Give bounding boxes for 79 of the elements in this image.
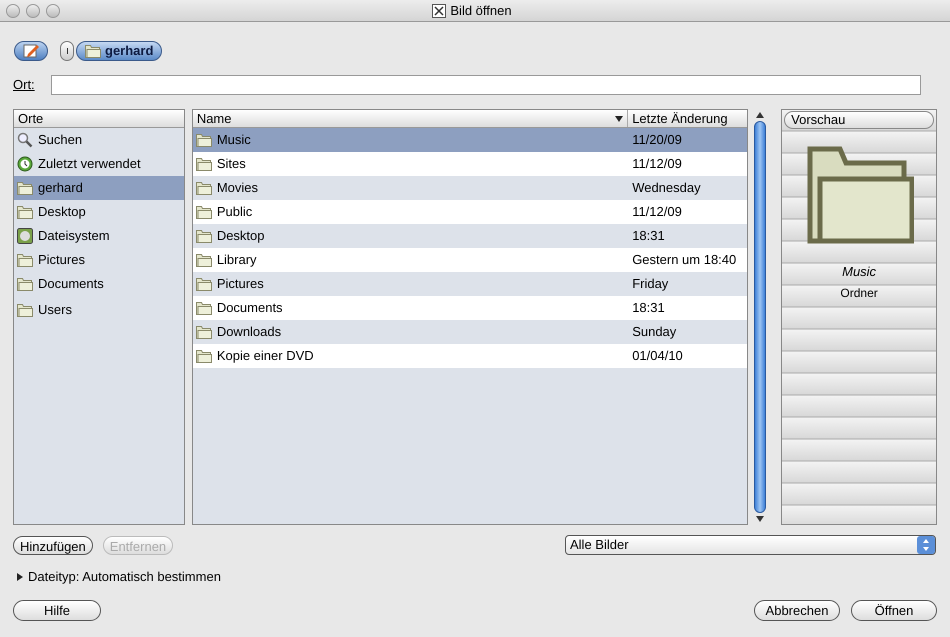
modified-date: 11/20/09 (631, 131, 683, 150)
modified-date: Friday (631, 275, 670, 294)
filter-dropdown[interactable]: Alle Bilder (565, 535, 936, 555)
file-name: Movies (216, 179, 258, 198)
file-name: Documents (216, 299, 283, 318)
edit-location-button[interactable] (14, 41, 48, 61)
file-name: Downloads (216, 323, 282, 342)
modified-date: 11/12/09 (631, 203, 683, 222)
modified-date: 18:31 (631, 227, 666, 246)
file-row[interactable]: Music 11/20/09 (192, 128, 748, 152)
place-item[interactable]: Desktop (14, 200, 184, 224)
folder-icon (196, 230, 212, 242)
scroll-left-button[interactable] (60, 41, 74, 61)
place-item[interactable]: Dateisystem (14, 224, 184, 248)
help-button[interactable]: Hilfe (13, 600, 101, 620)
preview-header[interactable]: Vorschau (784, 111, 934, 129)
preview-type: Ordner (839, 285, 879, 302)
place-item[interactable]: Suchen (14, 128, 184, 152)
file-row[interactable]: Documents 18:31 (192, 296, 748, 320)
modified-date: Gestern um 18:40 (631, 251, 738, 270)
sidebar-action-button[interactable]: Hinzufügen (13, 536, 93, 554)
folder-icon (85, 44, 101, 58)
column-header[interactable]: Letzte Änderung (628, 110, 748, 127)
file-name: Music (216, 131, 251, 150)
file-row[interactable]: Public 11/12/09 (192, 200, 748, 224)
file-name: Public (216, 203, 252, 222)
dialog-button[interactable]: Öffnen (851, 600, 937, 620)
folder-icon (196, 326, 212, 338)
modified-date: Sunday (631, 323, 678, 342)
folder-icon (196, 182, 212, 194)
folder-icon (196, 206, 212, 218)
file-name: Pictures (216, 275, 264, 294)
file-type-label: Dateityp: Automatisch bestimmen (28, 568, 221, 586)
folder-icon (196, 158, 212, 170)
location-label: Ort: (13, 76, 35, 94)
folder-icon (196, 302, 212, 314)
file-row[interactable]: Kopie einer DVD 01/04/10 (192, 344, 748, 368)
folder-icon (196, 278, 212, 290)
disclosure-triangle-icon[interactable] (17, 573, 23, 581)
place-item[interactable]: Documents (14, 272, 184, 296)
dialog-button[interactable]: Abbrechen (754, 600, 840, 620)
column-header[interactable]: Orte (14, 110, 184, 128)
place-item[interactable]: Zuletzt verwendet (14, 152, 184, 176)
modified-date: 18:31 (631, 299, 666, 318)
folder-icon (17, 254, 33, 266)
file-name: Desktop (216, 227, 265, 246)
path-button[interactable]: gerhard (76, 41, 162, 61)
modified-date: 11/12/09 (631, 155, 683, 174)
scroll-thumb[interactable] (754, 121, 766, 513)
scroll-down-icon (756, 515, 764, 523)
folder-icon (17, 278, 33, 290)
scroll-up-icon (756, 111, 764, 119)
location-field[interactable] (50, 75, 921, 95)
file-row[interactable]: Sites 11/12/09 (192, 152, 748, 176)
folder-icon (196, 254, 212, 266)
window-title: Bild öffnen (450, 2, 512, 20)
sort-arrow-icon (615, 116, 624, 122)
x-logo-icon (432, 4, 446, 18)
folder-icon (17, 206, 33, 218)
search-icon (17, 132, 33, 148)
place-item[interactable]: gerhard (14, 176, 184, 200)
column-header[interactable]: Name (192, 110, 628, 127)
place-item[interactable]: Pictures (14, 248, 184, 272)
modified-date: 01/04/10 (631, 347, 684, 366)
file-row[interactable]: Library Gestern um 18:40 (192, 248, 748, 272)
clock-icon (17, 156, 33, 172)
file-name: Kopie einer DVD (216, 347, 314, 366)
place-item[interactable]: Users (14, 298, 184, 322)
preview-name: Music (841, 263, 878, 281)
pencil-icon (22, 43, 40, 59)
folder-icon (17, 304, 33, 316)
file-name: Library (216, 251, 257, 270)
folder-icon (196, 134, 212, 146)
stepper-icon (917, 536, 935, 554)
modified-date: Wednesday (631, 179, 702, 198)
folder-icon (196, 350, 212, 362)
file-name: Sites (216, 155, 246, 174)
folder-icon (17, 182, 33, 194)
drive-icon (17, 228, 33, 244)
